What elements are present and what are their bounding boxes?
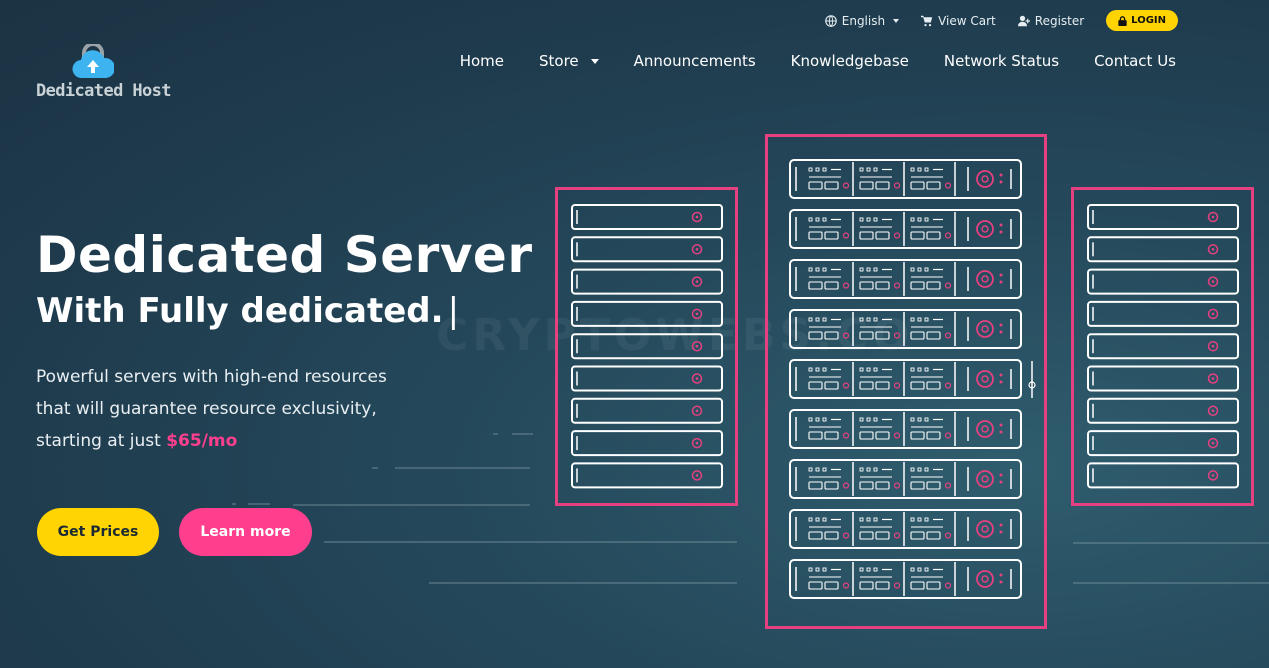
server-unit <box>789 559 1022 599</box>
server-unit <box>571 236 723 263</box>
server-unit <box>1087 365 1239 392</box>
server-unit <box>571 462 723 489</box>
right-server-rack <box>1071 187 1254 506</box>
server-unit <box>571 430 723 457</box>
server-rack-illustration <box>555 134 1254 629</box>
server-unit <box>789 509 1022 549</box>
server-unit <box>789 159 1022 199</box>
server-unit <box>571 268 723 295</box>
server-unit <box>571 333 723 360</box>
server-unit <box>789 309 1022 349</box>
hero-price: $65/mo <box>166 431 238 451</box>
learn-more-button[interactable]: Learn more <box>179 508 312 556</box>
hero-desc-line2: that will guarantee resource exclusivity… <box>36 399 377 419</box>
server-unit <box>1087 462 1239 489</box>
server-unit <box>571 365 723 392</box>
left-server-rack <box>555 187 738 506</box>
hero-section: Dedicated Server With Fully dedicated. | … <box>36 228 532 457</box>
center-server-rack <box>765 134 1047 629</box>
server-unit <box>1087 333 1239 360</box>
hero-subtitle-text: With Fully dedicated. <box>36 291 444 331</box>
hero-title: Dedicated Server <box>36 226 533 284</box>
server-unit <box>789 409 1022 449</box>
hero-desc-line1: Powerful servers with high-end resources <box>36 367 387 387</box>
server-unit <box>1087 268 1239 295</box>
server-unit <box>1087 236 1239 263</box>
server-unit <box>789 259 1022 299</box>
server-unit <box>1087 430 1239 457</box>
server-unit <box>789 459 1022 499</box>
server-unit <box>571 300 723 327</box>
hero-desc-line3: starting at just <box>36 431 167 451</box>
server-unit <box>571 397 723 424</box>
server-unit <box>1087 204 1239 230</box>
hero-description: Powerful servers with high-end resources… <box>36 361 416 457</box>
server-unit <box>1087 300 1239 327</box>
server-unit <box>1087 397 1239 424</box>
typing-cursor: | <box>447 291 460 331</box>
server-unit <box>789 209 1022 249</box>
server-unit <box>789 359 1022 399</box>
hero-subtitle: With Fully dedicated. | <box>36 291 532 331</box>
server-unit <box>571 204 723 230</box>
get-prices-button[interactable]: Get Prices <box>37 508 159 556</box>
